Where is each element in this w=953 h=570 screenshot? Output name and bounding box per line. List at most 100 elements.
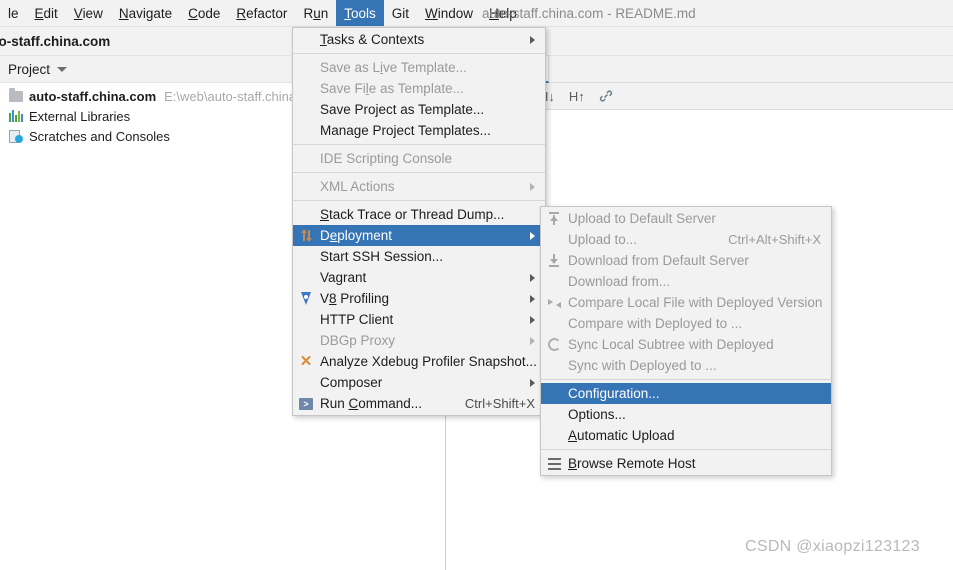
menu-item-label: Compare Local File with Deployed Version <box>568 295 823 310</box>
menu-item-label: Download from Default Server <box>568 253 749 268</box>
scratches-icon <box>8 128 24 144</box>
menu-item-sync-local-subtree-with-deployed: Sync Local Subtree with Deployed <box>541 334 831 355</box>
menu-item-v8-profiling[interactable]: V8 Profiling <box>293 288 545 309</box>
menubar-item-window[interactable]: Window <box>417 0 481 26</box>
menu-item-label: Save as Live Template... <box>320 60 467 75</box>
heading-up-icon[interactable]: H↑ <box>569 89 585 104</box>
menu-item-tasks-contexts[interactable]: Tasks & Contexts <box>293 29 545 50</box>
menu-separator <box>293 172 545 173</box>
menubar-item-view[interactable]: View <box>66 0 111 26</box>
tree-item-label: auto-staff.china.com <box>29 88 157 104</box>
menu-item-start-ssh-session[interactable]: Start SSH Session... <box>293 246 545 267</box>
submenu-arrow-icon <box>530 35 535 44</box>
menu-item-ide-scripting-console: IDE Scripting Console <box>293 148 545 169</box>
menu-item-label: Sync Local Subtree with Deployed <box>568 337 774 352</box>
menu-item-http-client[interactable]: HTTP Client <box>293 309 545 330</box>
menu-item-deployment[interactable]: Deployment <box>293 225 545 246</box>
menu-item-label: Run Command... <box>320 396 423 411</box>
menu-bar: le Edit View Navigate Code Refactor Run Tools Gi… <box>0 0 953 27</box>
compare-icon <box>546 295 562 311</box>
v8-icon <box>298 291 314 307</box>
submenu-arrow-icon <box>530 273 535 282</box>
console-icon: > <box>298 396 314 412</box>
menu-item-vagrant[interactable]: Vagrant <box>293 267 545 288</box>
menubar-item-label: Edit <box>34 5 58 21</box>
chevron-down-icon[interactable] <box>57 66 68 72</box>
menubar-item-git[interactable]: Git <box>384 0 417 26</box>
menu-item-label: Browse Remote Host <box>568 456 696 471</box>
libraries-icon <box>8 108 24 124</box>
menu-item-xml-actions: XML Actions <box>293 176 545 197</box>
menu-item-label: Save Project as Template... <box>320 102 485 117</box>
menu-item-shortcut: Ctrl+Alt+Shift+X <box>728 232 821 247</box>
submenu-arrow-icon <box>530 336 535 345</box>
submenu-arrow-icon <box>530 182 535 191</box>
menu-item-label: Composer <box>320 375 383 390</box>
menu-item-upload-to-default-server: Upload to Default Server <box>541 208 831 229</box>
download-icon <box>546 253 562 269</box>
menu-separator <box>293 200 545 201</box>
menu-item-label: Start SSH Session... <box>320 249 444 264</box>
menubar-item-edit[interactable]: Edit <box>27 0 66 26</box>
tree-item-label: External Libraries <box>29 108 131 124</box>
menubar-item-label: Code <box>188 5 221 21</box>
submenu-arrow-icon <box>530 231 535 240</box>
menu-item-compare-with-deployed-to: Compare with Deployed to ... <box>541 313 831 334</box>
window-title: auto-staff.china.com - README.md <box>482 6 696 21</box>
menu-item-label: Tasks & Contexts <box>320 32 425 47</box>
deployment-submenu: Upload to Default Server Upload to... Ctrl… <box>540 206 832 476</box>
ide-window: le Edit View Navigate Code Refactor Run Tools Gi… <box>0 0 953 570</box>
menubar-item-label: Git <box>391 5 409 21</box>
menubar-item-label: Tools <box>344 5 376 21</box>
menu-item-automatic-upload[interactable]: Automatic Upload <box>541 425 831 446</box>
menu-item-label: Manage Project Templates... <box>320 123 491 138</box>
menu-item-dbgp-proxy: DBGp Proxy <box>293 330 545 351</box>
submenu-arrow-icon <box>530 378 535 387</box>
menu-item-label: Vagrant <box>320 270 367 285</box>
folder-icon <box>8 87 24 104</box>
tools-menu: Tasks & Contexts Save as Live Template...… <box>292 27 546 416</box>
tree-item-label: Scratches and Consoles <box>29 128 170 144</box>
menubar-item-code[interactable]: Code <box>180 0 228 26</box>
menubar-item-label: le <box>8 5 19 21</box>
menu-item-browse-remote-host[interactable]: Browse Remote Host <box>541 453 831 474</box>
menu-separator <box>541 379 831 380</box>
menu-separator <box>541 449 831 450</box>
menu-separator <box>293 144 545 145</box>
menu-item-label: Configuration... <box>568 386 660 401</box>
menubar-item-label: Navigate <box>118 5 173 21</box>
menubar-item-refactor[interactable]: Refactor <box>228 0 295 26</box>
watermark: CSDN @xiaopzi123123 <box>745 538 920 555</box>
menu-item-save-as-live-template: Save as Live Template... <box>293 57 545 78</box>
menu-item-save-file-as-template: Save File as Template... <box>293 78 545 99</box>
menu-item-label: Options... <box>568 407 626 422</box>
menubar-item-label: View <box>73 5 103 21</box>
menubar-item-tools[interactable]: Tools <box>336 0 384 26</box>
menu-item-label: Deployment <box>320 228 393 243</box>
menu-item-stack-trace-or-thread-dump[interactable]: Stack Trace or Thread Dump... <box>293 204 545 225</box>
link-icon[interactable] <box>599 89 613 103</box>
submenu-arrow-icon <box>530 294 535 303</box>
menu-item-analyze-xdebug-profiler-snapshot[interactable]: ✕ Analyze Xdebug Profiler Snapshot... <box>293 351 545 372</box>
menu-item-label: Save File as Template... <box>320 81 464 96</box>
menu-item-label: Sync with Deployed to ... <box>568 358 717 373</box>
menubar-item-label: Run <box>303 5 329 21</box>
menu-item-label: Upload to Default Server <box>568 211 716 226</box>
menu-item-label: V8 Profiling <box>320 291 390 306</box>
deployment-icon <box>298 228 314 244</box>
menubar-item-navigate[interactable]: Navigate <box>111 0 180 26</box>
menu-item-configuration[interactable]: Configuration... <box>541 383 831 404</box>
menu-item-save-project-as-template[interactable]: Save Project as Template... <box>293 99 545 120</box>
menu-separator <box>293 53 545 54</box>
menu-item-download-from-default-server: Download from Default Server <box>541 250 831 271</box>
menu-item-composer[interactable]: Composer <box>293 372 545 393</box>
submenu-arrow-icon <box>530 315 535 324</box>
breadcrumb: to-staff.china.com <box>0 33 111 49</box>
menu-item-run-command[interactable]: > Run Command... Ctrl+Shift+X <box>293 393 545 414</box>
menubar-item-le[interactable]: le <box>0 0 27 26</box>
menubar-item-run[interactable]: Run <box>295 0 336 26</box>
menu-item-manage-project-templates[interactable]: Manage Project Templates... <box>293 120 545 141</box>
upload-icon <box>546 211 562 227</box>
menu-item-options[interactable]: Options... <box>541 404 831 425</box>
menubar-item-label: Refactor <box>236 5 288 21</box>
